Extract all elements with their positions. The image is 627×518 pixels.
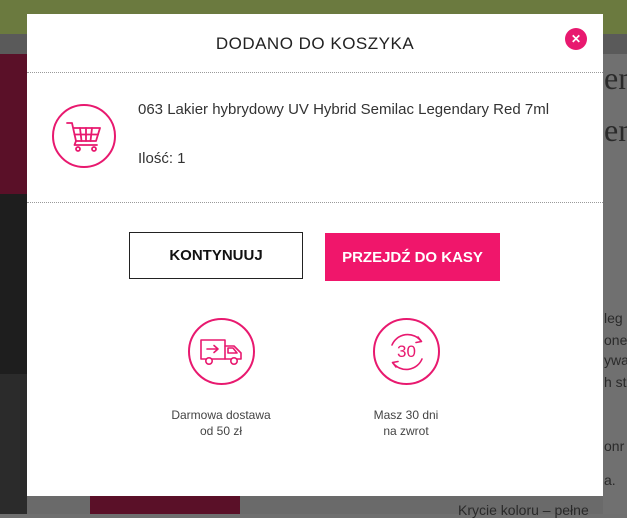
feature-line: Masz 30 dni <box>373 408 439 422</box>
return-days-badge: 30 <box>397 341 416 361</box>
free-delivery-text: Darmowa dostawa od 50 zł <box>141 407 301 439</box>
product-name[interactable]: 063 Lakier hybrydowy UV Hybrid Semilac L… <box>138 100 578 119</box>
added-to-cart-modal: DODANO DO KOSZYKA ✕ 063 Lakier hybrydowy… <box>27 14 603 496</box>
return-policy-text: Masz 30 dni na zwrot <box>326 407 486 439</box>
left-banner <box>0 54 27 194</box>
bg-heading-fragment: en <box>604 112 627 148</box>
close-button[interactable]: ✕ <box>565 28 587 50</box>
bg-text-fragment: a. <box>604 472 616 488</box>
bg-text-fragment: onr <box>604 438 625 454</box>
feature-line: Darmowa dostawa <box>171 408 271 422</box>
bg-text-fragment: leg <box>604 310 623 326</box>
shopping-cart-icon <box>52 104 116 168</box>
product-quantity: Ilość: 1 <box>138 150 186 167</box>
bg-text-fragment: ywa <box>604 352 627 368</box>
divider <box>27 202 603 203</box>
delivery-truck-icon <box>188 318 255 385</box>
left-image-lower <box>0 374 27 514</box>
close-icon: ✕ <box>570 32 582 46</box>
bottom-red-block <box>90 496 240 514</box>
modal-title: DODANO DO KOSZYKA <box>215 34 415 53</box>
left-image <box>0 194 27 374</box>
checkout-button[interactable]: PRZEJDŹ DO KASY <box>325 233 500 281</box>
bg-text-fragment: one <box>604 332 627 348</box>
feature-line: na zwrot <box>383 424 429 438</box>
feature-line: od 50 zł <box>199 424 243 438</box>
bg-text-fragment: h st <box>604 374 627 390</box>
bg-heading-fragment: en <box>604 60 627 96</box>
return-30-icon: 30 <box>373 318 440 385</box>
divider <box>27 72 603 73</box>
bg-bottom-text: Krycie koloru – pełne <box>458 502 589 518</box>
continue-shopping-button[interactable]: KONTYNUUJ <box>129 232 303 279</box>
